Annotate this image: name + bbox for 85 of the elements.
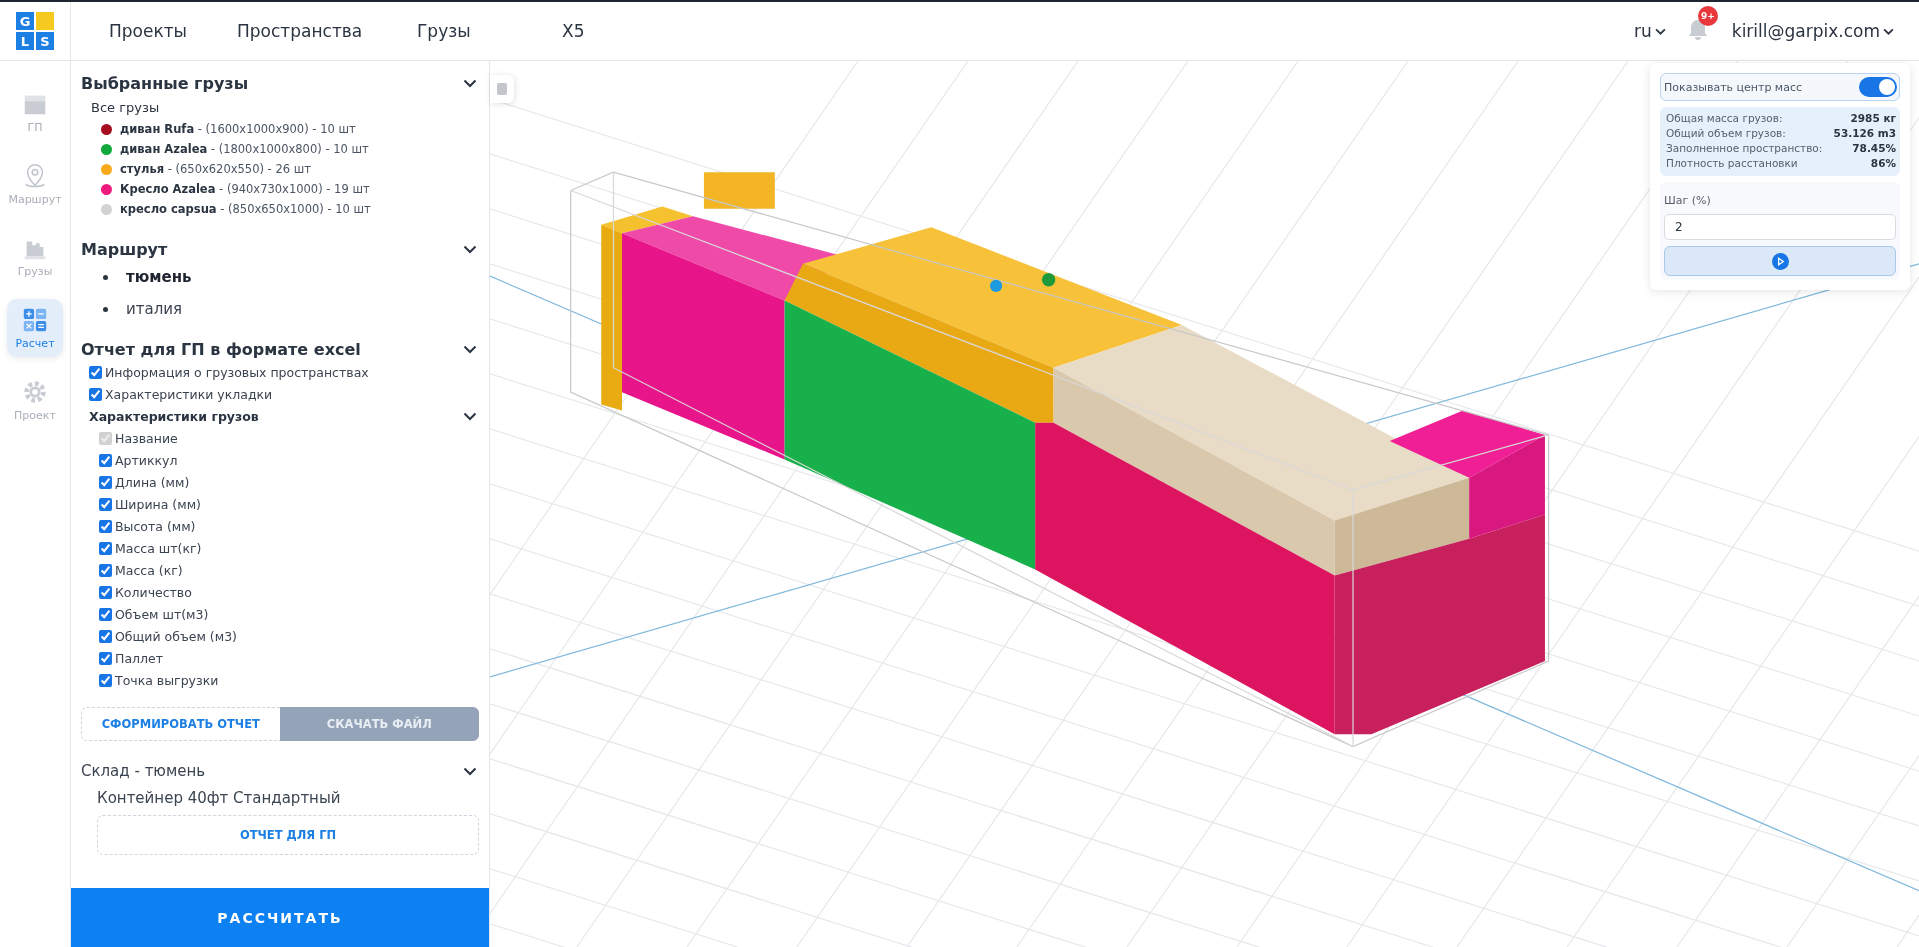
gear-icon: [21, 378, 49, 406]
checkbox-label: Информация о грузовых пространствах: [105, 364, 369, 380]
rail-tab[interactable]: ГП: [7, 83, 63, 141]
panel-toggle-icon[interactable]: [490, 75, 514, 103]
cargo-item: диван Azalea - (1800x1000x800) - 10 шт: [120, 142, 369, 156]
step-input[interactable]: 2: [1664, 214, 1896, 240]
checkbox-label: Точка выгрузки: [115, 672, 219, 688]
calculator-icon: [21, 306, 49, 334]
checkbox-label: Ширина (мм): [115, 496, 201, 512]
section-title: Отчет для ГП в формате excel: [81, 339, 361, 359]
checkbox[interactable]: [99, 629, 112, 643]
checkbox-label: Масса шт(кг): [115, 540, 202, 556]
mass-center-marker: [1041, 273, 1056, 287]
play-icon: [1771, 252, 1789, 270]
checkbox-label: Масса (кг): [115, 562, 183, 578]
checkbox-label: Характеристики укладки: [105, 386, 273, 402]
checkbox-label: Объем шт(м3): [115, 606, 209, 622]
chevron-icon: [1654, 27, 1666, 35]
checkbox[interactable]: [99, 585, 112, 599]
chevron-icon: [1883, 27, 1894, 35]
nav-link[interactable]: Пространства: [237, 21, 417, 41]
step-label: Шаг (%): [1664, 194, 1712, 207]
route-stop: тюмень: [126, 268, 192, 286]
nav-link[interactable]: X5: [562, 21, 692, 41]
chevron-icon[interactable]: [463, 344, 477, 354]
stat-value: 78.45%: [1852, 141, 1896, 156]
toggle-label: Показывать центр масс: [1664, 80, 1802, 94]
stat-label: Плотность расстановки: [1666, 156, 1798, 171]
user-menu[interactable]: kirill@garpix.com: [1731, 21, 1894, 41]
checkbox[interactable]: [99, 475, 112, 489]
logo[interactable]: G L S: [16, 12, 54, 50]
checkbox[interactable]: [89, 387, 102, 401]
language-dropdown[interactable]: ru: [1634, 21, 1666, 41]
bullet-icon: [103, 274, 108, 280]
rail-tab[interactable]: Маршрут: [7, 155, 63, 213]
section-title: Маршрут: [81, 239, 168, 259]
checkbox[interactable]: [99, 497, 112, 511]
chevron-icon[interactable]: [463, 766, 477, 776]
play-button[interactable]: [1664, 246, 1896, 276]
checkbox[interactable]: [99, 453, 112, 467]
subsection-title: Характеристики грузов: [89, 408, 259, 424]
stat-label: Заполненное пространство:: [1666, 141, 1823, 156]
chevron-icon[interactable]: [463, 244, 477, 254]
checkbox[interactable]: [89, 365, 102, 379]
notification-badge: 9+: [1697, 6, 1718, 26]
stat-value: 2985 кг: [1850, 111, 1896, 126]
cargo-item: Кресло Azalea - (940x730x1000) - 19 шт: [120, 182, 370, 196]
calculate-button[interactable]: РАССЧИТАТЬ: [71, 888, 489, 947]
generate-report-button[interactable]: СФОРМИРОВАТЬ ОТЧЕТ: [81, 707, 280, 741]
cargo-item: диван Rufa - (1600x1000x900) - 10 шт: [120, 122, 356, 136]
checkbox[interactable]: [99, 651, 112, 665]
checkbox-label: Общий объем (м3): [115, 628, 237, 644]
checkbox[interactable]: [99, 563, 112, 577]
bullet-icon: [103, 306, 108, 312]
rail-tab[interactable]: Расчет: [7, 299, 63, 357]
checkbox-label: Количество: [115, 584, 192, 600]
stat-value: 86%: [1870, 156, 1896, 171]
stat-label: Общий объем грузов:: [1666, 126, 1786, 141]
checkbox-label: Название: [115, 430, 178, 446]
all-cargo-label: Все грузы: [91, 100, 161, 115]
mass-center-marker: [989, 279, 1003, 292]
checkbox[interactable]: [99, 607, 112, 621]
cargo-item: кресло capsua - (850x650x1000) - 10 шт: [120, 202, 371, 216]
checkbox[interactable]: [99, 519, 112, 533]
checkbox[interactable]: [99, 673, 112, 687]
stat-value: 53.126 m3: [1833, 126, 1896, 141]
toggle-switch[interactable]: [1859, 77, 1897, 97]
rail-tab[interactable]: Проект: [7, 371, 63, 429]
chevron-icon[interactable]: [463, 411, 477, 421]
report-button[interactable]: ОТЧЕТ ДЛЯ ГП: [97, 815, 479, 855]
section-title: Выбранные грузы: [81, 73, 249, 93]
container-name: Контейнер 40фт Стандартный: [97, 789, 342, 807]
nav-link[interactable]: Проекты: [109, 21, 237, 41]
checkbox-label: Высота (мм): [115, 518, 196, 534]
checkbox-label: Артиккул: [115, 452, 178, 468]
route-stop: италия: [126, 300, 183, 318]
nav-link[interactable]: Грузы: [417, 21, 562, 41]
checkbox-label: Длина (мм): [115, 474, 190, 490]
checkbox-label: Паллет: [115, 650, 163, 666]
stat-label: Общая масса грузов:: [1666, 111, 1783, 126]
rail-tab[interactable]: Грузы: [7, 227, 63, 285]
cargo-item: стулья - (650x620x550) - 26 шт: [120, 162, 311, 176]
warehouse-title: Склад - тюмень: [81, 762, 206, 780]
chevron-icon[interactable]: [463, 78, 477, 88]
checkbox[interactable]: [99, 541, 112, 555]
